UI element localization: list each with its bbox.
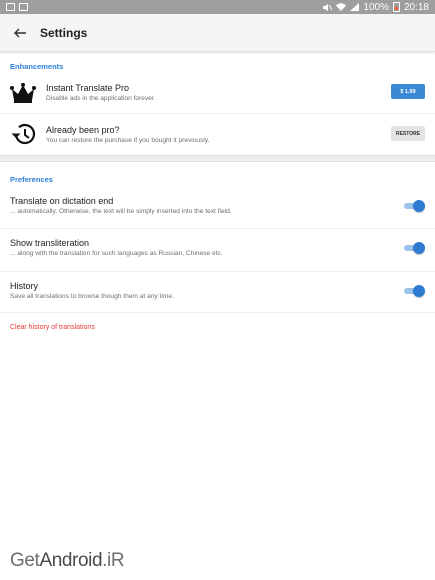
clear-history-link[interactable]: Clear history of translations xyxy=(10,324,95,331)
restore-button[interactable]: RESTORE xyxy=(391,126,425,141)
toggle-thumb xyxy=(413,242,425,254)
restore-item-title: Already been pro? xyxy=(46,125,120,135)
clock: 20:18 xyxy=(403,1,429,13)
section-header-preferences: Preferences xyxy=(10,175,53,184)
back-button[interactable] xyxy=(0,14,40,52)
pref-item-subtitle: ... along with the translation for such … xyxy=(10,250,223,257)
pro-item-title: Instant Translate Pro xyxy=(46,83,130,93)
page-title: Settings xyxy=(40,25,88,40)
wifi-icon xyxy=(336,3,347,11)
pref-item-translate-on-dictation[interactable]: Translate on dictation end ... automatic… xyxy=(0,188,435,228)
status-bar: 100% 20:18 xyxy=(0,0,435,14)
app-bar: Settings xyxy=(0,14,435,52)
pref-item-subtitle: ... automatically. Otherwise, the text w… xyxy=(10,208,232,215)
section-header-enhancements: Enhancements xyxy=(10,62,64,71)
show-transliteration-toggle[interactable] xyxy=(404,242,425,254)
divider xyxy=(0,312,435,313)
pref-item-title: History xyxy=(10,281,39,291)
battery-percent: 100% xyxy=(363,1,389,13)
watermark: GetAndroid.iR xyxy=(10,550,125,572)
watermark-suffix: .iR xyxy=(102,550,125,571)
arrow-left-icon xyxy=(14,28,26,37)
pro-item[interactable]: Instant Translate Pro Disable ads in the… xyxy=(0,75,435,113)
battery-icon xyxy=(392,2,400,12)
watermark-prefix: Get xyxy=(10,550,40,571)
signal-icon xyxy=(350,3,360,11)
toggle-thumb xyxy=(413,200,425,212)
status-bar-right: 100% 20:18 xyxy=(322,2,429,13)
status-bar-left xyxy=(6,3,28,11)
history-toggle[interactable] xyxy=(404,285,425,297)
restore-item-subtitle: You can restore the purchase if you boug… xyxy=(46,137,210,144)
photo-icon xyxy=(6,3,15,11)
watermark-brand: Android xyxy=(39,550,103,571)
toggle-thumb xyxy=(413,285,425,297)
pref-item-show-transliteration[interactable]: Show transliteration ... along with the … xyxy=(0,229,435,271)
crown-icon xyxy=(10,83,36,103)
pref-item-title: Show transliteration xyxy=(10,238,90,248)
pref-item-title: Translate on dictation end xyxy=(10,196,114,206)
section-divider xyxy=(0,155,435,162)
pref-item-subtitle: Save all translations to browse though t… xyxy=(10,293,174,300)
translate-on-dictation-toggle[interactable] xyxy=(404,200,425,212)
mute-icon xyxy=(323,3,333,11)
pro-item-subtitle: Disable ads in the application forever. xyxy=(46,95,156,102)
pref-item-history[interactable]: History Save all translations to browse … xyxy=(0,272,435,312)
buy-pro-button[interactable]: $ 1.99 xyxy=(391,84,425,99)
restore-item[interactable]: Already been pro? You can restore the pu… xyxy=(0,114,435,154)
history-icon xyxy=(11,123,36,145)
image-icon xyxy=(19,3,28,11)
